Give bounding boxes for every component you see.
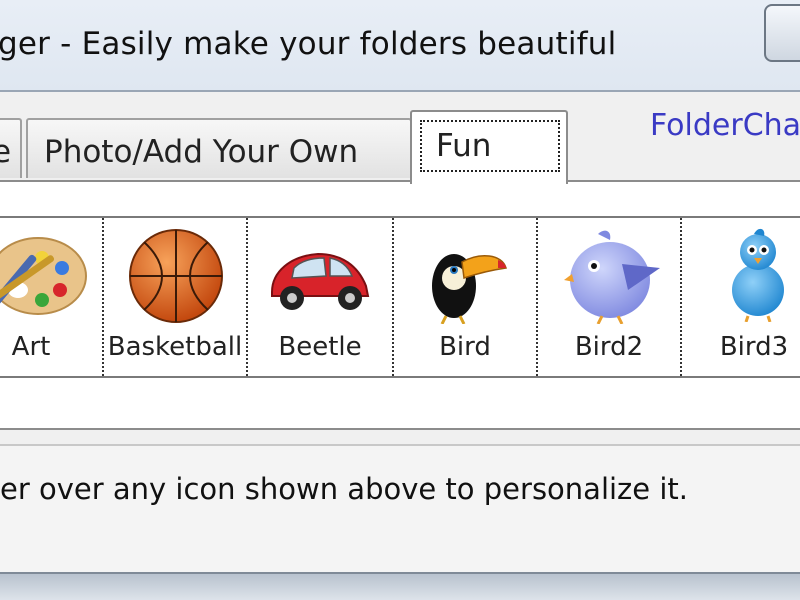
window-title: ger - Easily make your folders beautiful xyxy=(0,26,617,62)
blue-twitter-bird-icon xyxy=(732,228,784,322)
icon-label: Basketball xyxy=(107,332,243,362)
toucan-icon xyxy=(432,254,507,324)
icon-label: Beetle xyxy=(278,332,362,362)
tab-page-fun: Art Basketball Beetle Bird Bird2 Bird3 xyxy=(0,180,800,430)
window-close-button[interactable] xyxy=(764,4,800,62)
tab-fun-label: Fun xyxy=(420,120,560,172)
icon-item-bird3[interactable]: Bird3 xyxy=(682,218,800,376)
hint-text: er over any icon shown above to personal… xyxy=(0,472,688,506)
basketball-icon xyxy=(129,229,223,323)
blue-chubby-bird-icon xyxy=(564,230,660,324)
icon-item-bird[interactable]: Bird xyxy=(394,218,538,376)
red-beetle-car-icon xyxy=(271,252,370,310)
icon-label: Art xyxy=(11,332,51,362)
window-title-bar[interactable]: ger - Easily make your folders beautiful xyxy=(0,0,800,92)
hint-bar: er over any icon shown above to personal… xyxy=(0,444,800,574)
tab-strip: e Photo/Add Your Own Fun FolderCha xyxy=(0,94,800,184)
main-window-client: e Photo/Add Your Own Fun FolderCha Art B… xyxy=(0,94,800,600)
icon-item-beetle[interactable]: Beetle xyxy=(248,218,394,376)
brand-link[interactable]: FolderCha xyxy=(650,108,800,143)
icon-label: Bird xyxy=(439,332,491,362)
icon-item-basketball[interactable]: Basketball xyxy=(104,218,248,376)
paint-palette-icon xyxy=(0,237,87,315)
icon-label: Bird3 xyxy=(719,332,789,362)
icon-list[interactable]: Art Basketball Beetle Bird Bird2 Bird3 xyxy=(0,216,800,378)
tab-photo-add-your-own[interactable]: Photo/Add Your Own xyxy=(26,118,412,178)
tab-fun[interactable]: Fun xyxy=(410,110,568,184)
window-bottom-edge xyxy=(0,572,800,600)
icon-label: Bird2 xyxy=(574,332,644,362)
icon-item-bird2[interactable]: Bird2 xyxy=(538,218,682,376)
tab-previous[interactable]: e xyxy=(0,118,22,178)
icon-item-art[interactable]: Art xyxy=(0,218,104,376)
